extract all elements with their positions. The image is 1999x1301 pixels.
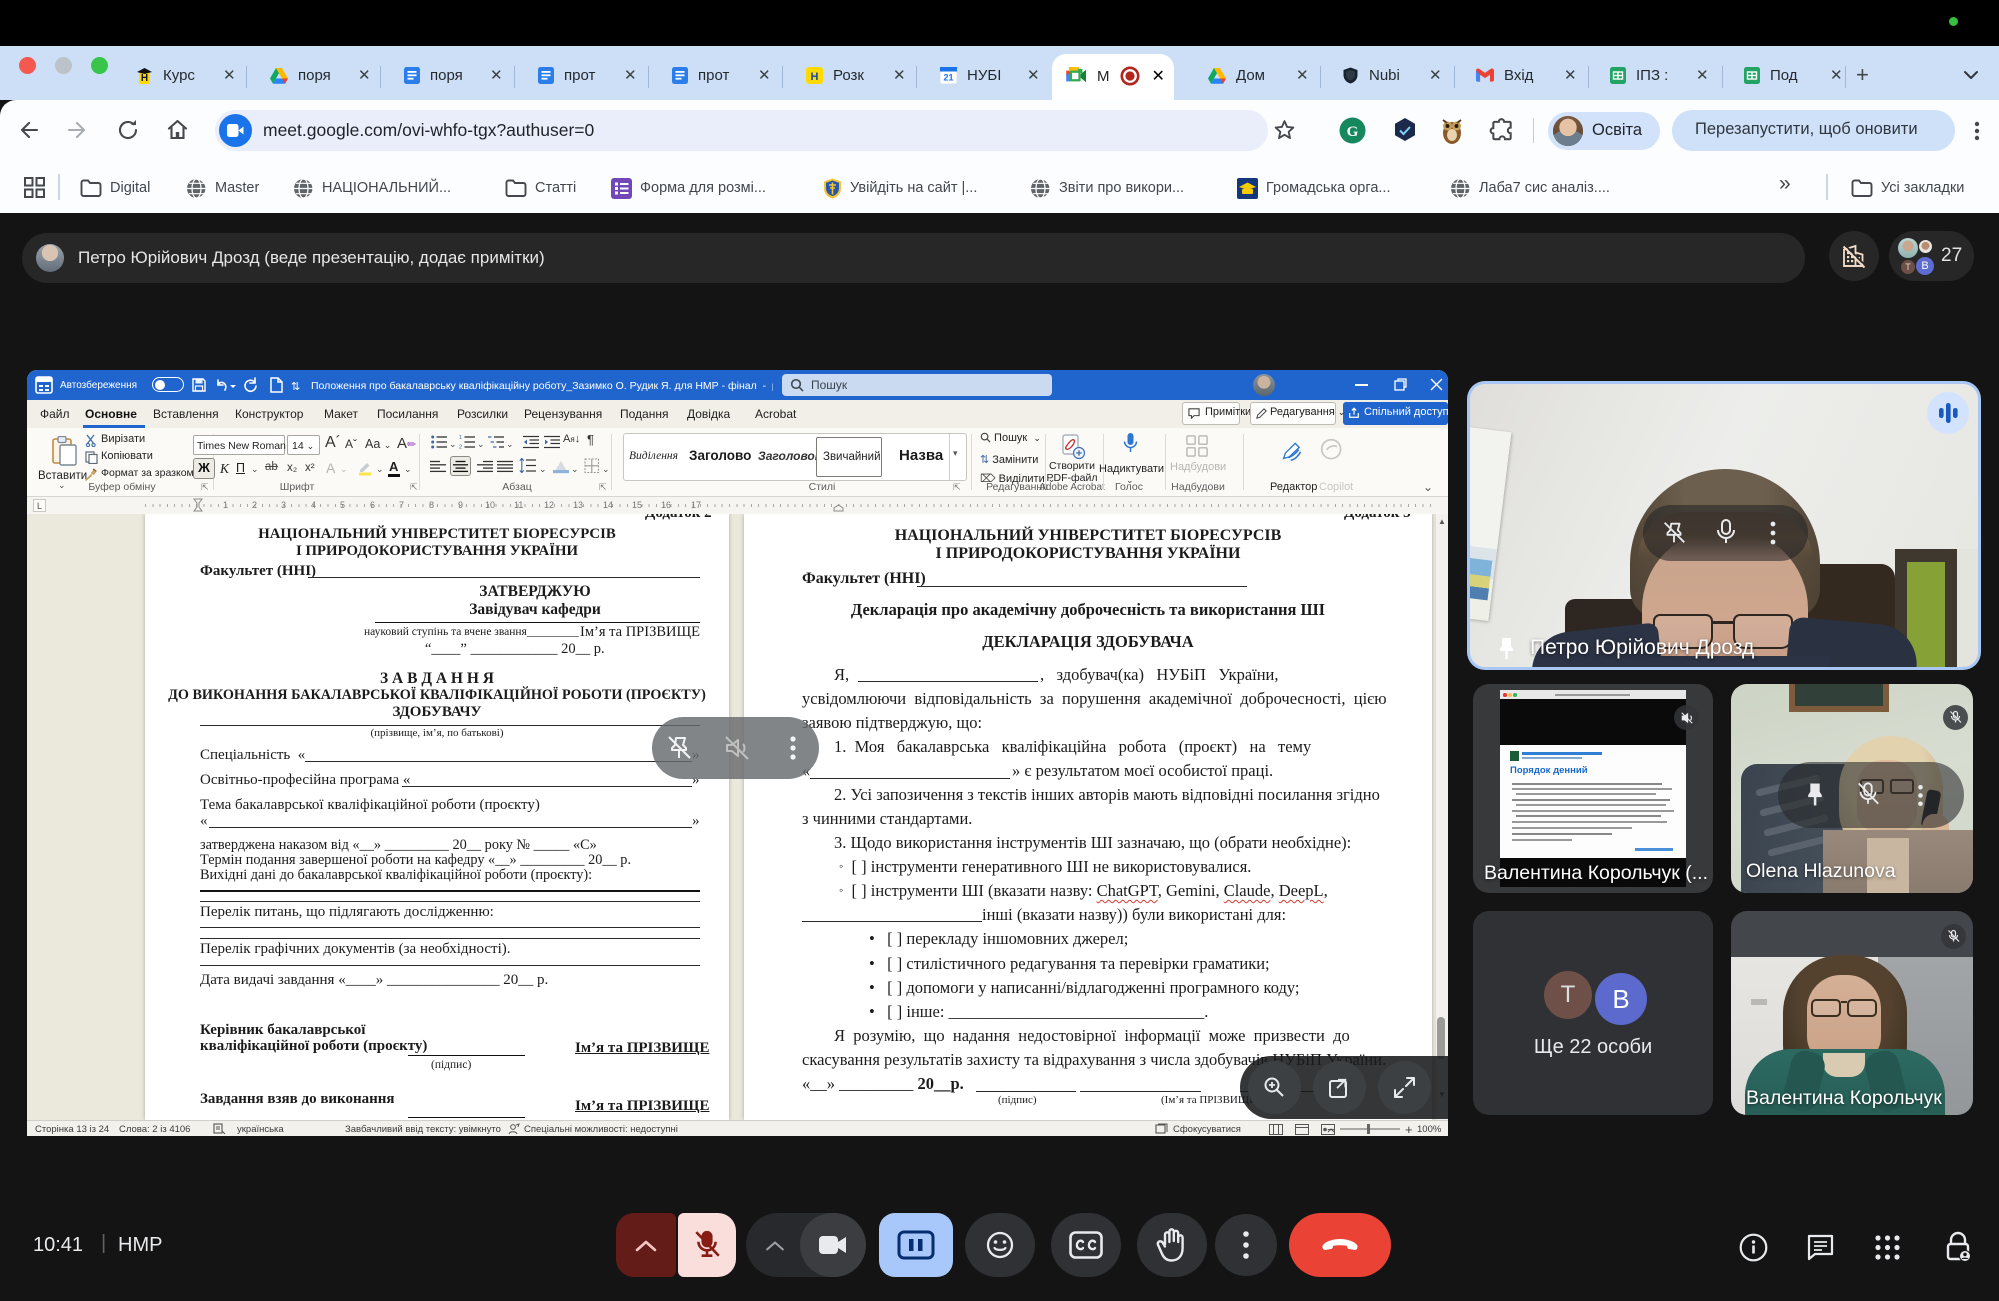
- svg-text:H: H: [811, 71, 819, 83]
- svg-text:2: 2: [459, 445, 462, 450]
- svg-text:1: 1: [459, 435, 462, 441]
- svg-text:G: G: [1347, 124, 1359, 140]
- svg-text:H: H: [141, 73, 148, 84]
- svg-text:21: 21: [943, 72, 953, 82]
